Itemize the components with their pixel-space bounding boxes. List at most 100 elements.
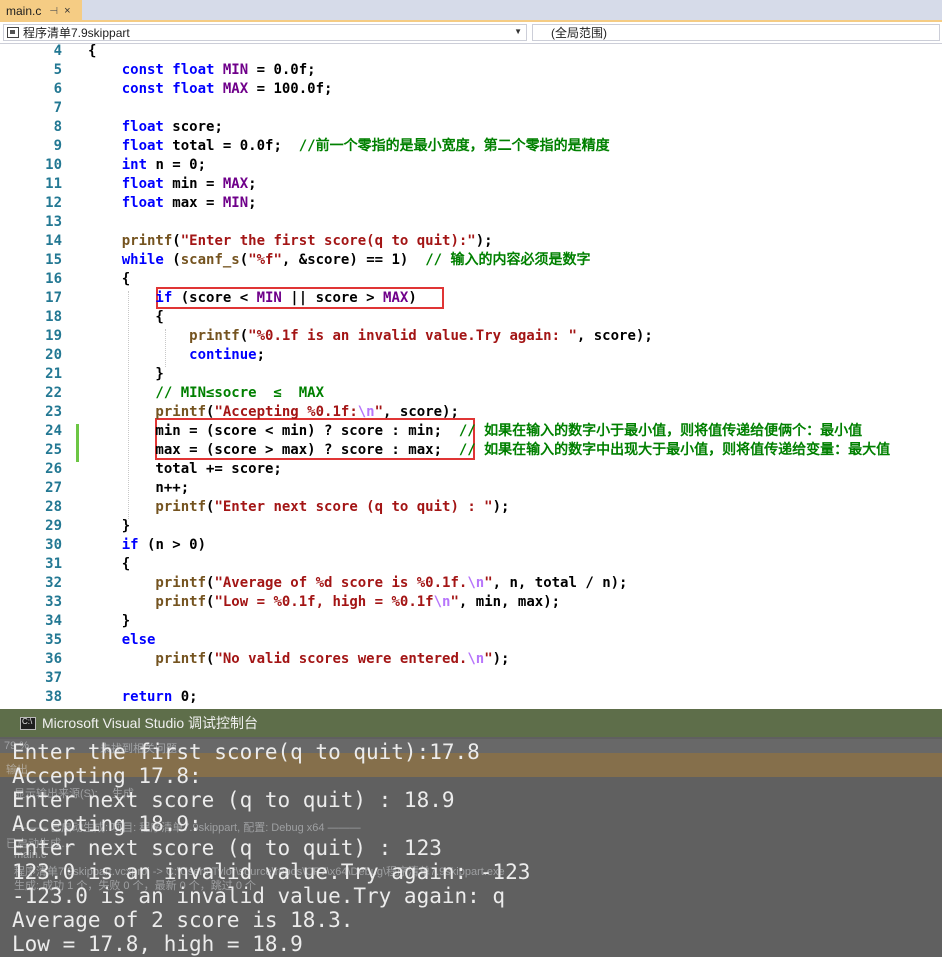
line-number: 8 [53, 119, 62, 135]
line-number: 11 [45, 176, 62, 192]
code-token: = 0.0f; [248, 62, 316, 78]
code-token: (score < [180, 290, 257, 306]
code-token: printf [88, 233, 173, 249]
code-line[interactable]: int n = 0; [88, 156, 206, 175]
code-token: "Enter the first score(q to quit):" [180, 233, 476, 249]
line-number: 6 [53, 81, 62, 97]
code-token: (n > 0) [147, 537, 207, 553]
console-output-line: Low = 17.8, high = 18.9 [12, 932, 303, 956]
code-token: ); [492, 651, 510, 667]
line-number: 12 [45, 195, 62, 211]
line-number: 30 [45, 537, 62, 553]
code-line[interactable]: printf("%0.1f is an invalid value.Try ag… [88, 327, 653, 346]
tab-title: main.c [6, 4, 42, 18]
code-token: { [88, 271, 131, 287]
code-line[interactable]: printf("No valid scores were entered.\n"… [88, 650, 509, 669]
line-number: 20 [45, 347, 62, 363]
line-number: 27 [45, 480, 62, 496]
console-title-bar[interactable]: Microsoft Visual Studio 调试控制台 [0, 709, 942, 737]
line-number: 5 [53, 62, 62, 78]
code-token: = 100.0f; [248, 81, 333, 97]
code-line[interactable]: // MIN≤socre ≤ MAX [88, 384, 324, 403]
code-token: ( [172, 252, 181, 268]
code-line[interactable]: continue; [88, 346, 265, 365]
code-line[interactable]: n++; [88, 479, 189, 498]
line-number: 23 [45, 404, 62, 420]
code-token: "Enter next score (q to quit) : " [214, 499, 493, 515]
line-number: 7 [53, 100, 62, 116]
code-line[interactable]: printf("Accepting %0.1f:\n", score); [88, 403, 459, 422]
code-line[interactable]: printf("Enter next score (q to quit) : "… [88, 498, 509, 517]
code-line[interactable]: return 0; [88, 688, 198, 707]
code-line[interactable]: total += score; [88, 460, 282, 479]
code-token: "Low = %0.1f, high = %0.1f [214, 594, 434, 610]
code-token: " [374, 404, 384, 420]
code-line[interactable]: { [88, 555, 130, 574]
close-icon[interactable]: × [64, 5, 70, 17]
code-token: score; [172, 119, 223, 135]
code-line[interactable]: if (score < MIN || score > MAX) [88, 289, 416, 308]
project-dropdown[interactable]: 程序清单7.9skippart ▼ [3, 24, 527, 41]
code-token: n = 0; [155, 157, 207, 173]
code-line[interactable]: printf("Average of %d score is %0.1f.\n"… [88, 574, 627, 593]
code-line[interactable]: float score; [88, 118, 223, 137]
pin-icon[interactable]: ⊣ [49, 6, 58, 17]
line-number: 33 [45, 594, 62, 610]
code-token: ( [239, 328, 249, 344]
code-line[interactable]: float total = 0.0f; //前一个零指的是最小宽度，第二个零指的… [88, 137, 610, 156]
navigation-bar: 程序清单7.9skippart ▼ (全局范围) [0, 22, 942, 44]
code-token: } [88, 613, 131, 629]
line-number: 35 [45, 632, 62, 648]
line-number: 21 [45, 366, 62, 382]
tab-main-c[interactable]: main.c ⊣ × [0, 0, 82, 22]
code-token: int [88, 157, 156, 173]
code-line[interactable]: max = (score > max) ? score : max; // 如果… [88, 441, 890, 460]
code-token: , n, total / n); [492, 575, 628, 591]
scope-dropdown[interactable]: (全局范围) [532, 24, 940, 41]
code-token: n++; [88, 480, 190, 496]
line-number: 9 [53, 138, 62, 154]
code-token: float [88, 119, 173, 135]
code-line[interactable]: { [88, 308, 164, 327]
code-token: ; [248, 195, 257, 211]
code-token: const float [88, 81, 223, 97]
code-line[interactable]: float max = MIN; [88, 194, 257, 213]
line-number: 34 [45, 613, 62, 629]
code-token: MIN [222, 62, 249, 78]
line-number: 17 [45, 290, 62, 306]
code-line[interactable]: } [88, 612, 130, 631]
code-token: continue [88, 347, 257, 363]
code-token: { [88, 309, 164, 325]
code-line[interactable]: } [88, 365, 163, 384]
code-line[interactable]: if (n > 0) [88, 536, 206, 555]
code-line[interactable]: } [88, 517, 130, 536]
scope-name: (全局范围) [551, 26, 607, 40]
code-token: "Average of %d score is %0.1f. [214, 575, 468, 591]
code-token: // 如果在输入的数字小于最小值，则将值传递给便俩个：最小值 [458, 423, 863, 439]
code-line[interactable]: { [88, 270, 130, 289]
code-line[interactable]: min = (score < min) ? score : min; // 如果… [88, 422, 862, 441]
line-number: 25 [45, 442, 62, 458]
code-token: 0; [180, 689, 198, 705]
code-token: " [484, 575, 493, 591]
code-line[interactable]: float min = MAX; [88, 175, 257, 194]
code-editor[interactable]: 4 5 6 7 8 9 10 11 12 13 14 15 16 17 18 19 20 21 22 23 24 25 26… [0, 44, 942, 709]
code-token: MIN [222, 195, 249, 211]
code-line[interactable]: while (scanf_s("%f", &score) == 1) // 输入… [88, 251, 591, 270]
code-line[interactable]: printf("Low = %0.1f, high = %0.1f\n", mi… [88, 593, 560, 612]
code-line[interactable]: const float MIN = 0.0f; [88, 61, 316, 80]
project-icon [7, 27, 19, 38]
code-line[interactable]: printf("Enter the first score(q to quit)… [88, 232, 493, 251]
console-output-line: 123.0 is an invalid value.Try again: -12… [12, 860, 531, 884]
line-number: 16 [45, 271, 62, 287]
code-line[interactable]: else [88, 631, 156, 650]
line-number: 22 [45, 385, 62, 401]
code-token: printf [88, 594, 207, 610]
code-line[interactable]: { [88, 44, 96, 61]
code-token: , score); [383, 404, 459, 420]
code-token: total += score; [88, 461, 282, 477]
code-token: || score > [281, 290, 384, 306]
debug-console-window[interactable]: 79 % 未找到相关问题 输出 显示输出来源(S): 生成 ——— 已启动生成:… [0, 709, 942, 957]
code-line[interactable]: const float MAX = 100.0f; [88, 80, 333, 99]
code-token: \n [467, 575, 485, 591]
